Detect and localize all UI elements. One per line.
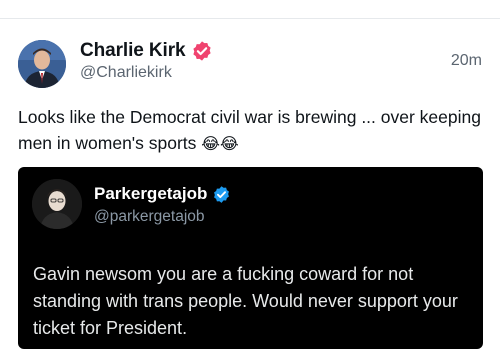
quote-avatar[interactable] <box>32 179 82 229</box>
author-name[interactable]: Charlie Kirk <box>80 40 186 62</box>
quote-verified-badge-icon <box>212 185 231 204</box>
avatar[interactable] <box>18 40 66 88</box>
post-text: Looks like the Democrat civil war is bre… <box>18 104 488 157</box>
avatar-photo <box>18 40 66 88</box>
author-handle[interactable]: @Charliekirk <box>80 64 172 82</box>
quote-avatar-photo <box>32 179 82 229</box>
author-row: Charlie Kirk <box>80 39 213 63</box>
quote-text: Gavin newsom you are a fucking coward fo… <box>33 264 458 338</box>
quote-author-handle[interactable]: @parkergetajob <box>94 208 205 226</box>
quote-author-row: Parkergetajob <box>94 183 231 205</box>
quote-author-name[interactable]: Parkergetajob <box>94 184 207 204</box>
verified-badge-icon <box>191 40 213 62</box>
quoted-post[interactable]: Parkergetajob @parkergetajob Gavin newso… <box>18 167 483 349</box>
post-timestamp[interactable]: 20m <box>451 52 482 70</box>
top-divider <box>0 18 500 19</box>
laughing-emoji-icon: 😂😂 <box>201 134 239 153</box>
post-body: Looks like the Democrat civil war is bre… <box>18 107 481 153</box>
